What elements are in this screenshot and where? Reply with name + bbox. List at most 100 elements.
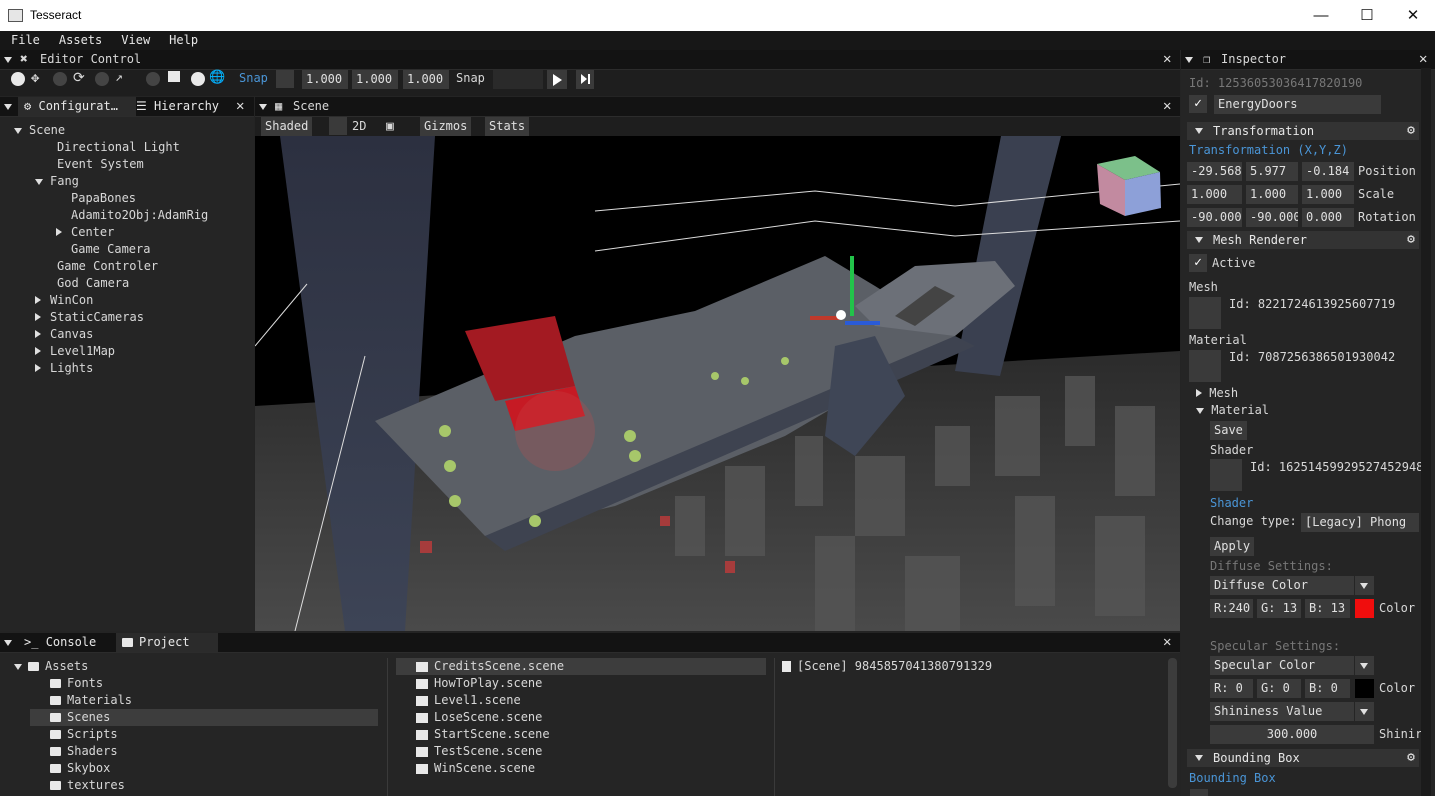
scene-file-item[interactable]: StartScene.scene — [396, 726, 766, 743]
select-tool-icon[interactable] — [11, 72, 25, 86]
hierarchy-item[interactable]: Game Camera — [56, 241, 150, 258]
scene-render[interactable] — [255, 136, 1180, 631]
collapse-icon[interactable] — [259, 104, 267, 110]
close-icon[interactable]: ✕ — [1390, 0, 1435, 31]
diffuse-g-input[interactable]: G: 13 — [1257, 599, 1301, 618]
hierarchy-item[interactable]: Lights — [35, 360, 93, 377]
shaded-dropdown[interactable]: Shaded — [261, 117, 313, 136]
specular-select[interactable]: Specular Color — [1210, 656, 1354, 675]
maximize-icon[interactable]: ☐ — [1344, 0, 1390, 31]
menu-file[interactable]: File — [0, 31, 48, 50]
project-folder-item[interactable]: Skybox — [30, 760, 378, 777]
scale-y-input[interactable]: 1.000 — [1246, 185, 1298, 204]
scene-file-item[interactable]: HowToPlay.scene — [396, 675, 766, 692]
project-folder-item[interactable]: Materials — [30, 692, 378, 709]
hierarchy-item[interactable]: StaticCameras — [35, 309, 144, 326]
specular-color-swatch[interactable] — [1355, 679, 1374, 698]
save-button[interactable]: Save — [1210, 421, 1247, 440]
bounding-box-checkbox[interactable] — [1190, 789, 1208, 796]
tab-project[interactable]: Project — [116, 633, 218, 652]
material-tree-node[interactable]: Material — [1196, 402, 1269, 419]
move-tool-icon[interactable]: ✥ — [31, 70, 39, 86]
project-folder-item[interactable]: Scripts — [30, 726, 378, 743]
menu-view[interactable]: View — [110, 31, 158, 50]
shader-thumbnail[interactable] — [1210, 459, 1242, 491]
hierarchy-item[interactable]: WinCon — [35, 292, 93, 309]
tab-configuration[interactable]: ⚙ Configurat… — [18, 97, 136, 116]
gear-icon[interactable]: ⚙ — [1407, 231, 1415, 249]
scene-file-item[interactable]: WinScene.scene — [396, 760, 766, 777]
close-panel-icon[interactable]: ✕ — [1163, 633, 1171, 652]
close-panel-icon[interactable]: ✕ — [236, 97, 244, 116]
shader-link[interactable]: Shader — [1210, 495, 1253, 512]
diffuse-b-input[interactable]: B: 13 — [1305, 599, 1350, 618]
refresh-tool-icon[interactable]: ⟳ — [73, 70, 85, 86]
globe-icon[interactable]: 🌐 — [209, 70, 225, 85]
mesh-tree-node[interactable]: Mesh — [1196, 385, 1238, 402]
step-button[interactable] — [576, 70, 594, 89]
shininess-select[interactable]: Shininess Value — [1210, 702, 1354, 721]
apply-button[interactable]: Apply — [1210, 537, 1255, 556]
hierarchy-item[interactable]: Fang — [35, 173, 79, 190]
specular-g-input[interactable]: G: 0 — [1257, 679, 1301, 698]
material-thumbnail[interactable] — [1189, 350, 1221, 382]
active-checkbox[interactable]: ✓ — [1189, 254, 1207, 272]
scene-file-item[interactable]: CreditsScene.scene — [396, 658, 766, 675]
play-button[interactable] — [547, 70, 567, 89]
hierarchy-item[interactable]: Adamito2Obj:AdamRig — [56, 207, 208, 224]
snap-toggle[interactable]: Snap — [239, 70, 268, 87]
hierarchy-item[interactable]: Canvas — [35, 326, 93, 343]
close-panel-icon[interactable]: ✕ — [1419, 50, 1427, 69]
specular-dropdown-button[interactable] — [1355, 656, 1374, 675]
hierarchy-item[interactable]: Game Controler — [35, 258, 158, 275]
scene-viewport[interactable] — [255, 136, 1180, 631]
shader-type-dropdown[interactable]: [Legacy] Phong — [1301, 513, 1419, 532]
rotate-tool-icon[interactable] — [53, 72, 67, 86]
hierarchy-item[interactable]: Level1Map — [35, 343, 115, 360]
gear-icon[interactable]: ⚙ — [1407, 749, 1415, 767]
hierarchy-item[interactable]: Scene — [14, 122, 65, 139]
inspector-scrollbar[interactable] — [1421, 68, 1431, 796]
collapse-icon[interactable] — [4, 57, 12, 63]
snap-x-input[interactable]: 1.000 — [302, 70, 348, 89]
minimize-icon[interactable]: — — [1298, 0, 1344, 31]
position-x-input[interactable]: -29.568 — [1187, 162, 1242, 181]
specular-r-input[interactable]: R: 0 — [1210, 679, 1253, 698]
specular-b-input[interactable]: B: 0 — [1305, 679, 1350, 698]
transformation-section[interactable]: Transformation ⚙ — [1187, 122, 1419, 140]
snap-y-input[interactable]: 1.000 — [352, 70, 398, 89]
project-folder-item[interactable]: Shaders — [30, 743, 378, 760]
external-icon[interactable]: ↗ — [115, 70, 123, 85]
hierarchy-item[interactable]: Directional Light — [35, 139, 180, 156]
bottom-scrollbar[interactable] — [1168, 658, 1177, 788]
scale-z-input[interactable]: 1.000 — [1302, 185, 1354, 204]
gear-icon[interactable]: ⚙ — [1407, 122, 1415, 140]
object-name-input[interactable]: EnergyDoors — [1214, 95, 1381, 114]
rotation-x-input[interactable]: -90.000 — [1187, 208, 1242, 227]
diffuse-select[interactable]: Diffuse Color — [1210, 576, 1354, 595]
hierarchy-item[interactable]: God Camera — [35, 275, 129, 292]
menu-help[interactable]: Help — [158, 31, 206, 50]
collapse-icon[interactable] — [1185, 57, 1193, 63]
menu-assets[interactable]: Assets — [48, 31, 110, 50]
shininess-dropdown-button[interactable] — [1355, 702, 1374, 721]
hierarchy-item[interactable]: Event System — [35, 156, 144, 173]
tab-console[interactable]: >_ Console — [18, 633, 122, 652]
scene-file-item[interactable]: Level1.scene — [396, 692, 766, 709]
local-space-icon[interactable] — [146, 72, 160, 86]
diffuse-dropdown-button[interactable] — [1355, 576, 1374, 595]
snap-z-input[interactable]: 1.000 — [403, 70, 449, 89]
project-folder-item[interactable]: Scenes — [30, 709, 378, 726]
position-y-input[interactable]: 5.977 — [1246, 162, 1298, 181]
mesh-renderer-section[interactable]: Mesh Renderer ⚙ — [1187, 231, 1419, 249]
object-active-checkbox[interactable]: ✓ — [1189, 95, 1207, 113]
hierarchy-item[interactable]: PapaBones — [56, 190, 136, 207]
diffuse-color-swatch[interactable] — [1355, 599, 1374, 618]
tab-hierarchy[interactable]: ☰ Hierarchy — [130, 97, 225, 116]
hierarchy-item[interactable]: Center — [56, 224, 114, 241]
close-panel-icon[interactable]: ✕ — [1163, 97, 1171, 116]
grid-icon[interactable] — [168, 71, 180, 82]
mesh-thumbnail[interactable] — [1189, 297, 1221, 329]
diffuse-r-input[interactable]: R:240 — [1210, 599, 1253, 618]
position-z-input[interactable]: -0.184 — [1302, 162, 1354, 181]
